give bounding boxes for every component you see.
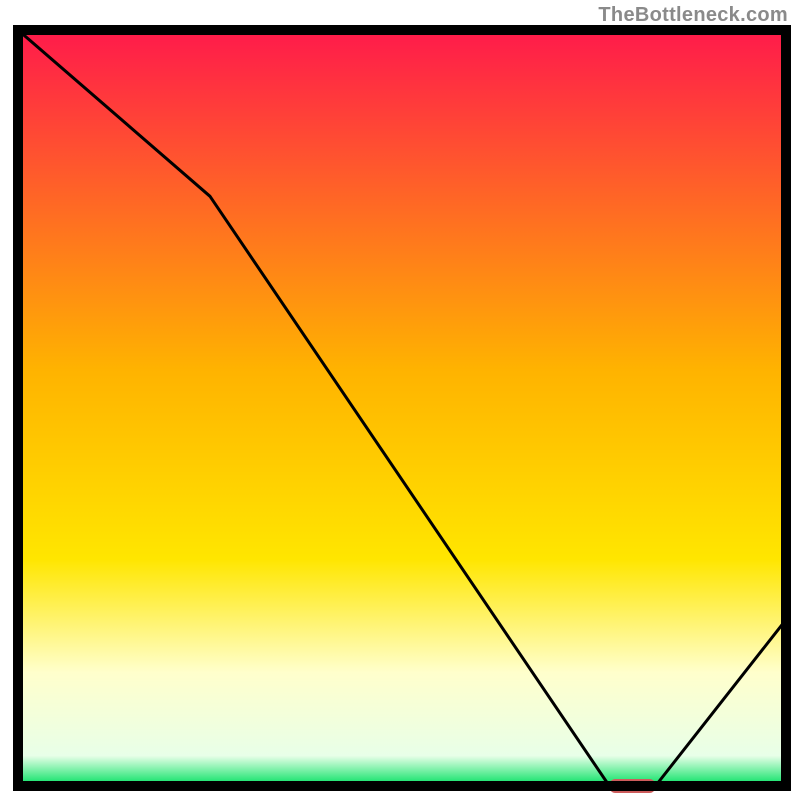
chart-container: TheBottleneck.com	[0, 0, 800, 800]
attribution-text: TheBottleneck.com	[598, 4, 788, 27]
plot-background	[18, 30, 786, 786]
bottleneck-chart	[0, 0, 800, 800]
